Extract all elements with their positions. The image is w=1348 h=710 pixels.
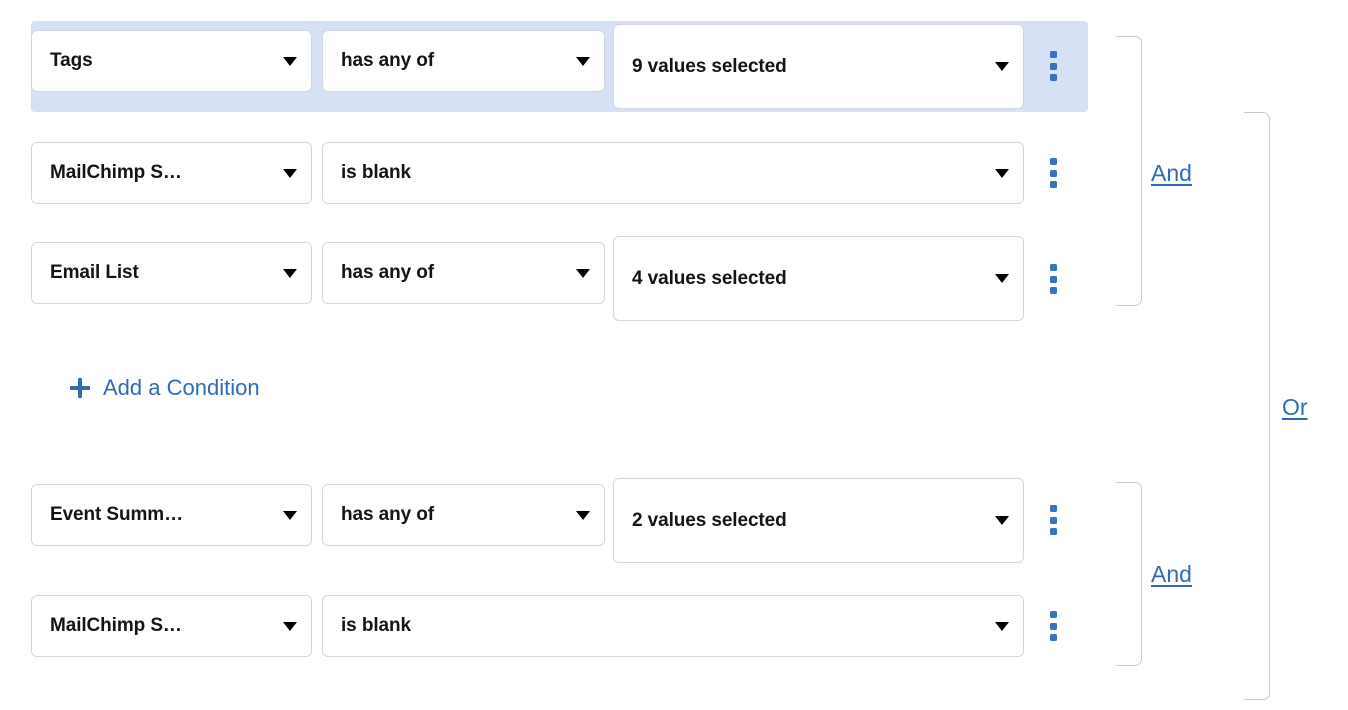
chevron-down-icon [283,268,297,278]
chevron-down-icon [576,56,590,66]
field-select-value: Email List [50,262,139,283]
add-condition-label: Add a Condition [103,375,260,400]
field-select-condition-5[interactable]: MailChimp S… [31,595,312,657]
chevron-down-icon [995,274,1009,283]
field-select-value: Tags [50,50,93,71]
chevron-down-icon [995,62,1009,71]
row-menu-button-condition-1[interactable] [1040,49,1066,83]
operator-select-condition-5[interactable]: is blank [322,595,1024,657]
field-select-condition-3[interactable]: Email List [31,242,312,304]
field-select-value: Event Summ… [50,504,183,525]
outer-group-bracket [1244,112,1270,700]
value-select-condition-4[interactable]: 2 values selected [613,478,1024,563]
kebab-dot [1049,516,1057,524]
chevron-down-icon [283,168,297,178]
value-select-value: 2 values selected [632,509,787,531]
field-select-value: MailChimp S… [50,162,182,183]
chevron-down-icon [576,510,590,520]
kebab-dot [1049,634,1057,641]
operator-select-condition-1[interactable]: has any of [322,30,605,92]
chevron-down-icon [576,268,590,278]
field-select-condition-1[interactable]: Tags [31,30,312,92]
kebab-dot [1049,181,1057,188]
operator-select-condition-2[interactable]: is blank [322,142,1024,204]
field-select-value: MailChimp S… [50,615,182,636]
add-condition-button[interactable]: Add a Condition [70,375,260,401]
row-menu-button-condition-5[interactable] [1040,609,1066,643]
operator-select-condition-4[interactable]: has any of [322,484,605,546]
row-menu-button-condition-2[interactable] [1040,156,1066,190]
kebab-dot [1049,51,1057,58]
chevron-down-icon [283,56,297,66]
row-menu-button-condition-4[interactable] [1040,503,1066,537]
operator-select-value: has any of [341,50,434,71]
kebab-dot [1049,287,1057,294]
group-conjunction-1[interactable]: And [1151,160,1192,187]
value-select-condition-3[interactable]: 4 values selected [613,236,1024,321]
group-bracket-1 [1116,36,1142,306]
kebab-dot [1049,169,1057,177]
chevron-down-icon [283,510,297,520]
chevron-down-icon [283,621,297,631]
value-select-value: 9 values selected [632,55,787,77]
chevron-down-icon [995,168,1009,178]
kebab-dot [1049,505,1057,512]
chevron-down-icon [995,621,1009,631]
group-bracket-2 [1116,482,1142,666]
kebab-dot [1049,62,1057,70]
plus-icon [70,378,90,398]
kebab-dot [1049,264,1057,271]
kebab-dot [1049,158,1057,165]
field-select-condition-2[interactable]: MailChimp S… [31,142,312,204]
field-select-condition-4[interactable]: Event Summ… [31,484,312,546]
value-select-condition-1[interactable]: 9 values selected [613,24,1024,109]
operator-select-condition-3[interactable]: has any of [322,242,605,304]
row-menu-button-condition-3[interactable] [1040,262,1066,296]
kebab-dot [1049,611,1057,618]
kebab-dot [1049,528,1057,535]
group-conjunction-2[interactable]: And [1151,561,1192,588]
operator-select-value: has any of [341,504,434,525]
chevron-down-icon [995,516,1009,525]
outer-conjunction[interactable]: Or [1282,394,1308,421]
value-select-value: 4 values selected [632,267,787,289]
kebab-dot [1049,622,1057,630]
operator-select-value: is blank [341,615,411,636]
filter-condition-builder: Tags has any of 9 values selected MailCh… [0,0,1348,710]
kebab-dot [1049,275,1057,283]
operator-select-value: is blank [341,162,411,183]
kebab-dot [1049,74,1057,81]
operator-select-value: has any of [341,262,434,283]
